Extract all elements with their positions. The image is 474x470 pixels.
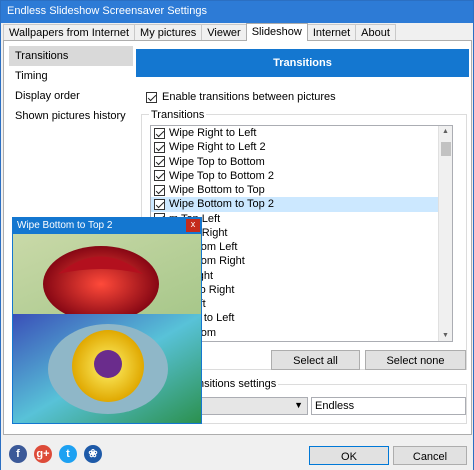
- transition-item[interactable]: Wipe Bottom to Top 2: [151, 197, 452, 212]
- window-title: Endless Slideshow Screensaver Settings: [7, 5, 207, 17]
- sidebar-item-timing[interactable]: Timing: [9, 66, 133, 86]
- checkbox-box[interactable]: [146, 91, 157, 103]
- twitter-icon[interactable]: t: [59, 445, 77, 463]
- tab-wallpapers-from-internet[interactable]: Wallpapers from Internet: [3, 24, 136, 40]
- transition-label: Wipe Top to Bottom 2: [169, 169, 274, 182]
- settings-window: Endless Slideshow Screensaver Settings W…: [0, 0, 474, 470]
- ok-button[interactable]: OK: [309, 446, 389, 465]
- tab-strip: Wallpapers from Internet My pictures Vie…: [3, 23, 396, 41]
- tab-about[interactable]: About: [355, 24, 396, 40]
- lily-stamen: [94, 350, 122, 378]
- title-bar: Endless Slideshow Screensaver Settings: [1, 1, 473, 23]
- transition-checkbox[interactable]: [154, 141, 165, 153]
- transition-label: Wipe Bottom to Top 2: [169, 198, 274, 211]
- transition-checkbox[interactable]: [154, 156, 165, 168]
- sidebar-item-display-order[interactable]: Display order: [9, 86, 133, 106]
- scroll-down-icon[interactable]: ▼: [442, 332, 449, 339]
- tab-viewer[interactable]: Viewer: [201, 24, 247, 40]
- transition-checkbox[interactable]: [154, 127, 165, 139]
- preview-image: [13, 234, 201, 423]
- transition-label: Wipe Top to Bottom: [169, 155, 265, 168]
- google-plus-icon[interactable]: g+: [34, 445, 52, 463]
- transitions-group-label: Transitions: [149, 109, 207, 121]
- transition-label: Wipe Right to Left: [169, 127, 257, 140]
- close-icon[interactable]: x: [186, 219, 200, 232]
- settings-group-label: nsitions settings: [196, 378, 279, 390]
- enable-transitions-checkbox[interactable]: Enable transitions between pictures: [146, 91, 336, 103]
- transition-checkbox[interactable]: [154, 198, 165, 210]
- preview-title-bar: Wipe Bottom to Top 2: [13, 218, 201, 234]
- scroll-up-icon[interactable]: ▲: [442, 128, 449, 135]
- section-header: Transitions: [136, 49, 469, 77]
- preview-title: Wipe Bottom to Top 2: [17, 220, 113, 231]
- sidebar-item-transitions[interactable]: Transitions: [9, 46, 133, 66]
- cancel-button[interactable]: Cancel: [393, 446, 467, 465]
- transition-checkbox[interactable]: [154, 170, 165, 182]
- preview-window[interactable]: Wipe Bottom to Top 2 x: [12, 217, 202, 424]
- transition-item[interactable]: Wipe Top to Bottom: [151, 155, 452, 169]
- transition-checkbox[interactable]: [154, 184, 165, 196]
- select-none-button[interactable]: Select none: [365, 350, 466, 370]
- transition-label: Wipe Right to Left 2: [169, 141, 266, 154]
- scroll-thumb[interactable]: [441, 142, 451, 156]
- facebook-icon[interactable]: f: [9, 445, 27, 463]
- transition-item[interactable]: Wipe Right to Left: [151, 126, 452, 140]
- chevron-down-icon: ▼: [294, 400, 303, 410]
- transition-text-field[interactable]: Endless: [311, 397, 466, 415]
- transition-select[interactable]: ▼: [196, 397, 308, 415]
- list-scrollbar[interactable]: ▲ ▼: [438, 126, 452, 341]
- transition-item[interactable]: Wipe Right to Left 2: [151, 140, 452, 154]
- transition-item[interactable]: Wipe Bottom to Top: [151, 183, 452, 197]
- windows-live-icon[interactable]: ❀: [84, 445, 102, 463]
- sidebar-item-shown-pictures-history[interactable]: Shown pictures history: [9, 106, 133, 126]
- select-all-button[interactable]: Select all: [271, 350, 360, 370]
- tab-my-pictures[interactable]: My pictures: [134, 24, 203, 40]
- enable-transitions-label: Enable transitions between pictures: [162, 91, 336, 103]
- tab-internet[interactable]: Internet: [306, 24, 357, 40]
- transition-item[interactable]: Wipe Top to Bottom 2: [151, 169, 452, 183]
- tab-slideshow[interactable]: Slideshow: [245, 23, 308, 41]
- transition-label: Wipe Bottom to Top: [169, 184, 265, 197]
